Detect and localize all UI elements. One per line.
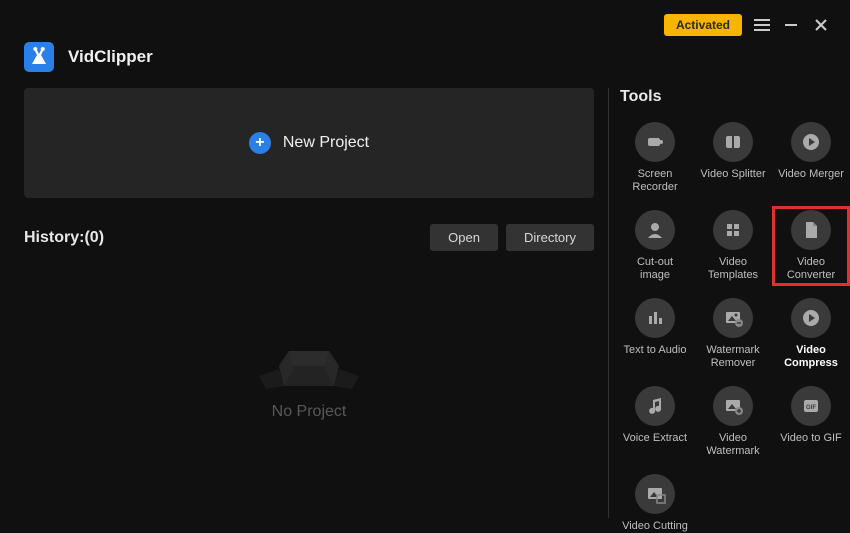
open-button[interactable]: Open bbox=[430, 224, 498, 251]
image-minus-icon bbox=[713, 298, 753, 338]
tool-video-templates[interactable]: Video Templates bbox=[698, 210, 768, 282]
tool-label: Voice Extract bbox=[623, 432, 687, 445]
tool-label: Text to Audio bbox=[624, 344, 687, 357]
tool-video-watermark[interactable]: Video Watermark bbox=[698, 386, 768, 458]
tool-voice-extract[interactable]: Voice Extract bbox=[620, 386, 690, 458]
tool-label: Video Converter bbox=[778, 256, 844, 282]
new-project-button[interactable]: + New Project bbox=[24, 88, 594, 198]
empty-box-icon bbox=[254, 321, 364, 391]
app-name: VidClipper bbox=[68, 47, 153, 67]
splitter-icon bbox=[713, 122, 753, 162]
tool-label: Video Watermark bbox=[700, 432, 766, 458]
tool-label: Watermark Remover bbox=[700, 344, 766, 370]
app-logo-icon bbox=[24, 42, 54, 72]
tool-label: Video to GIF bbox=[780, 432, 842, 445]
history-label: History:(0) bbox=[24, 229, 104, 247]
tools-heading: Tools bbox=[620, 88, 845, 106]
plus-icon: + bbox=[249, 132, 271, 154]
empty-state: No Project bbox=[24, 321, 594, 421]
tool-video-to-gif[interactable]: Video to GIF bbox=[776, 386, 846, 458]
tool-text-to-audio[interactable]: Text to Audio bbox=[620, 298, 690, 370]
empty-text: No Project bbox=[272, 403, 347, 421]
music-icon bbox=[635, 386, 675, 426]
activated-badge: Activated bbox=[664, 14, 742, 36]
tool-video-converter[interactable]: Video Converter bbox=[776, 210, 846, 282]
grid-icon bbox=[713, 210, 753, 250]
directory-button[interactable]: Directory bbox=[506, 224, 594, 251]
menu-icon[interactable] bbox=[754, 18, 772, 32]
close-button[interactable] bbox=[814, 18, 832, 32]
equalizer-icon bbox=[635, 298, 675, 338]
tool-cut-out-image[interactable]: Cut-out image bbox=[620, 210, 690, 282]
minimize-button[interactable] bbox=[784, 18, 802, 32]
tool-watermark-remover[interactable]: Watermark Remover bbox=[698, 298, 768, 370]
tool-label: Video Templates bbox=[700, 256, 766, 282]
tool-label: Video Splitter bbox=[700, 168, 765, 181]
gif-icon bbox=[791, 386, 831, 426]
tool-video-splitter[interactable]: Video Splitter bbox=[698, 122, 768, 194]
tool-label: Screen Recorder bbox=[622, 168, 688, 194]
tool-label: Video Merger bbox=[778, 168, 844, 181]
tool-label: Cut-out image bbox=[622, 256, 688, 282]
tool-label: Video Compress bbox=[778, 344, 844, 370]
play-icon bbox=[791, 298, 831, 338]
tool-video-merger[interactable]: Video Merger bbox=[776, 122, 846, 194]
person-icon bbox=[635, 210, 675, 250]
tool-label: Video Cutting bbox=[622, 520, 688, 533]
file-icon bbox=[791, 210, 831, 250]
tool-video-cutting[interactable]: Video Cutting bbox=[620, 474, 690, 533]
tool-screen-recorder[interactable]: Screen Recorder bbox=[620, 122, 690, 194]
divider bbox=[608, 88, 609, 518]
tool-video-compress[interactable]: Video Compress bbox=[776, 298, 846, 370]
image-crop-icon bbox=[635, 474, 675, 514]
new-project-label: New Project bbox=[283, 134, 369, 152]
play-icon bbox=[791, 122, 831, 162]
image-plus-icon bbox=[713, 386, 753, 426]
camera-icon bbox=[635, 122, 675, 162]
